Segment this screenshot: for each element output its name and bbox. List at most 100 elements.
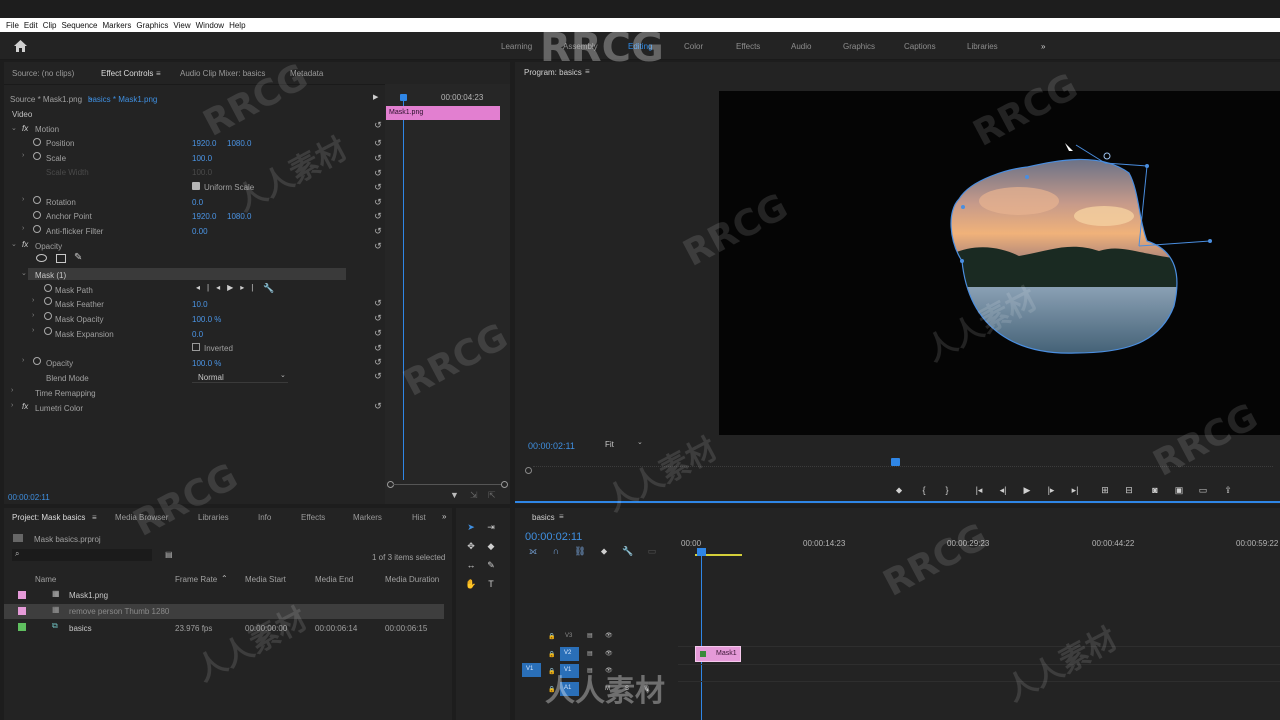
- table-row[interactable]: ⧉ basics 23.976 fps 00:00:00:00 00:00:06…: [4, 620, 444, 635]
- ec-current-timecode[interactable]: 00:00:02:11: [8, 493, 50, 502]
- mute-icon[interactable]: M: [605, 686, 610, 692]
- step-forward-icon[interactable]: |▸: [1044, 484, 1058, 496]
- program-video-frame[interactable]: [719, 91, 1280, 435]
- reset-icon[interactable]: ↺: [373, 226, 383, 236]
- chevron-right-icon[interactable]: ›: [22, 357, 24, 364]
- stopwatch-icon[interactable]: [33, 225, 41, 233]
- panel-menu-icon[interactable]: ≡: [559, 512, 564, 521]
- menu-markers[interactable]: Markers: [103, 21, 132, 30]
- sync-lock-icon[interactable]: ▤: [587, 632, 593, 639]
- play-clip-icon[interactable]: ▶: [373, 93, 378, 101]
- column-media-duration[interactable]: Media Duration: [385, 575, 439, 584]
- stopwatch-icon[interactable]: [44, 327, 52, 335]
- sync-lock-icon[interactable]: ▤: [587, 667, 593, 674]
- workspace-assembly[interactable]: Assembly: [563, 42, 598, 51]
- mask-feather-value[interactable]: 10.0: [192, 300, 208, 309]
- captions-icon[interactable]: ▭: [645, 545, 659, 557]
- panel-menu-icon[interactable]: ≡: [92, 513, 97, 522]
- nest-icon[interactable]: ⟗: [526, 545, 540, 557]
- reset-icon[interactable]: ↺: [373, 313, 383, 323]
- reset-icon[interactable]: ↺: [373, 328, 383, 338]
- timeline-clip[interactable]: Mask1: [695, 646, 741, 662]
- menu-sequence[interactable]: Sequence: [61, 21, 97, 30]
- menu-file[interactable]: File: [6, 21, 19, 30]
- stopwatch-icon[interactable]: [33, 196, 41, 204]
- label-color-swatch[interactable]: [18, 607, 26, 615]
- mask-row-highlight[interactable]: [28, 268, 346, 280]
- zoom-handle-right[interactable]: [501, 481, 508, 488]
- anchor-x-value[interactable]: 1920.0: [192, 212, 216, 221]
- new-bin-icon[interactable]: ▤: [165, 550, 173, 559]
- label-color-swatch[interactable]: [18, 591, 26, 599]
- timeline-ruler[interactable]: 00:00 00:00:14:23 00:00:29:23 00:00:44:2…: [678, 534, 1280, 558]
- workspace-graphics[interactable]: Graphics: [843, 42, 875, 51]
- track-target-v1[interactable]: V1: [560, 664, 579, 678]
- tab-history[interactable]: Hist: [412, 513, 426, 522]
- lock-icon[interactable]: 🔒: [548, 686, 555, 693]
- microphone-icon[interactable]: 🎙: [643, 685, 651, 692]
- panel-menu-icon[interactable]: ≡: [585, 67, 590, 76]
- mask-expansion-value[interactable]: 0.0: [192, 330, 203, 339]
- column-name[interactable]: Name: [35, 575, 56, 584]
- menu-view[interactable]: View: [173, 21, 190, 30]
- stopwatch-icon[interactable]: [44, 312, 52, 320]
- column-media-end[interactable]: Media End: [315, 575, 353, 584]
- menu-help[interactable]: Help: [229, 21, 245, 30]
- reset-icon[interactable]: ↺: [373, 168, 383, 178]
- workspace-audio[interactable]: Audio: [791, 42, 811, 51]
- tab-audio-clip-mixer[interactable]: Audio Clip Mixer: basics: [180, 69, 265, 78]
- hand-tool-icon[interactable]: ✋: [464, 578, 478, 590]
- reset-icon[interactable]: ↺: [373, 153, 383, 163]
- workspace-effects[interactable]: Effects: [736, 42, 760, 51]
- uniform-scale-checkbox[interactable]: [192, 182, 200, 190]
- chevron-right-icon[interactable]: ›: [22, 196, 24, 203]
- stopwatch-icon[interactable]: [33, 211, 41, 219]
- razor-tool-icon[interactable]: ◆: [484, 540, 498, 552]
- add-marker-icon[interactable]: ⬥: [597, 545, 611, 557]
- anchor-y-value[interactable]: 1080.0: [227, 212, 251, 221]
- chevron-down-icon[interactable]: ⌄: [88, 94, 94, 102]
- table-row[interactable]: ▦ Mask1.png: [4, 588, 444, 603]
- row-name[interactable]: remove person Thumb 1280: [69, 607, 169, 616]
- stopwatch-icon[interactable]: [33, 357, 41, 365]
- source-patch-v1[interactable]: V1: [522, 663, 541, 677]
- ec-clip-label[interactable]: basics * Mask1.png: [88, 95, 157, 104]
- column-frame-rate[interactable]: Frame Rate: [175, 575, 217, 584]
- chevron-right-icon[interactable]: ›: [32, 297, 34, 304]
- track-select-tool-icon[interactable]: ⇥: [484, 521, 498, 533]
- extract-icon[interactable]: ⊟: [1122, 484, 1136, 496]
- scrubber-start-handle[interactable]: [525, 467, 532, 474]
- workspace-captions[interactable]: Captions: [904, 42, 936, 51]
- timeline-timecode[interactable]: 00:00:02:11: [525, 531, 582, 543]
- solo-icon[interactable]: S: [625, 686, 629, 692]
- more-workspaces-icon[interactable]: »: [1041, 42, 1045, 51]
- ellipse-mask-icon[interactable]: [36, 254, 47, 262]
- track-target-v2[interactable]: V2: [560, 647, 579, 661]
- selection-tool-icon[interactable]: ➤: [464, 521, 478, 533]
- ripple-edit-tool-icon[interactable]: ✥: [464, 540, 478, 552]
- chevron-right-icon[interactable]: ›: [32, 312, 34, 319]
- stopwatch-icon[interactable]: [44, 297, 52, 305]
- lock-icon[interactable]: 🔒: [548, 633, 555, 640]
- position-y-value[interactable]: 1080.0: [227, 139, 251, 148]
- chevron-right-icon[interactable]: ›: [32, 327, 34, 334]
- mask-label[interactable]: Mask (1): [35, 271, 66, 280]
- share-icon[interactable]: ⇱: [488, 490, 496, 501]
- wrench-icon[interactable]: 🔧: [263, 283, 274, 294]
- menu-edit[interactable]: Edit: [24, 21, 38, 30]
- opacity-value[interactable]: 100.0 %: [192, 359, 221, 368]
- chevron-down-icon[interactable]: ⌄: [11, 124, 17, 132]
- ec-zoom-bar[interactable]: [393, 484, 501, 485]
- filter-icon[interactable]: ▼: [450, 490, 459, 500]
- workspace-editing[interactable]: Editing: [628, 42, 652, 51]
- ec-clip-bar[interactable]: Mask1.png: [386, 106, 500, 120]
- program-playhead[interactable]: [891, 458, 900, 466]
- step-back-icon[interactable]: ◂|: [996, 484, 1010, 496]
- stopwatch-icon[interactable]: [33, 138, 41, 146]
- program-timecode[interactable]: 00:00:02:11: [528, 441, 575, 451]
- eye-icon[interactable]: 👁: [605, 667, 613, 674]
- track-label-v3[interactable]: V3: [565, 633, 572, 639]
- program-title[interactable]: Program: basics: [524, 68, 582, 77]
- reset-icon[interactable]: ↺: [373, 298, 383, 308]
- track-target-a1[interactable]: A1: [560, 682, 579, 696]
